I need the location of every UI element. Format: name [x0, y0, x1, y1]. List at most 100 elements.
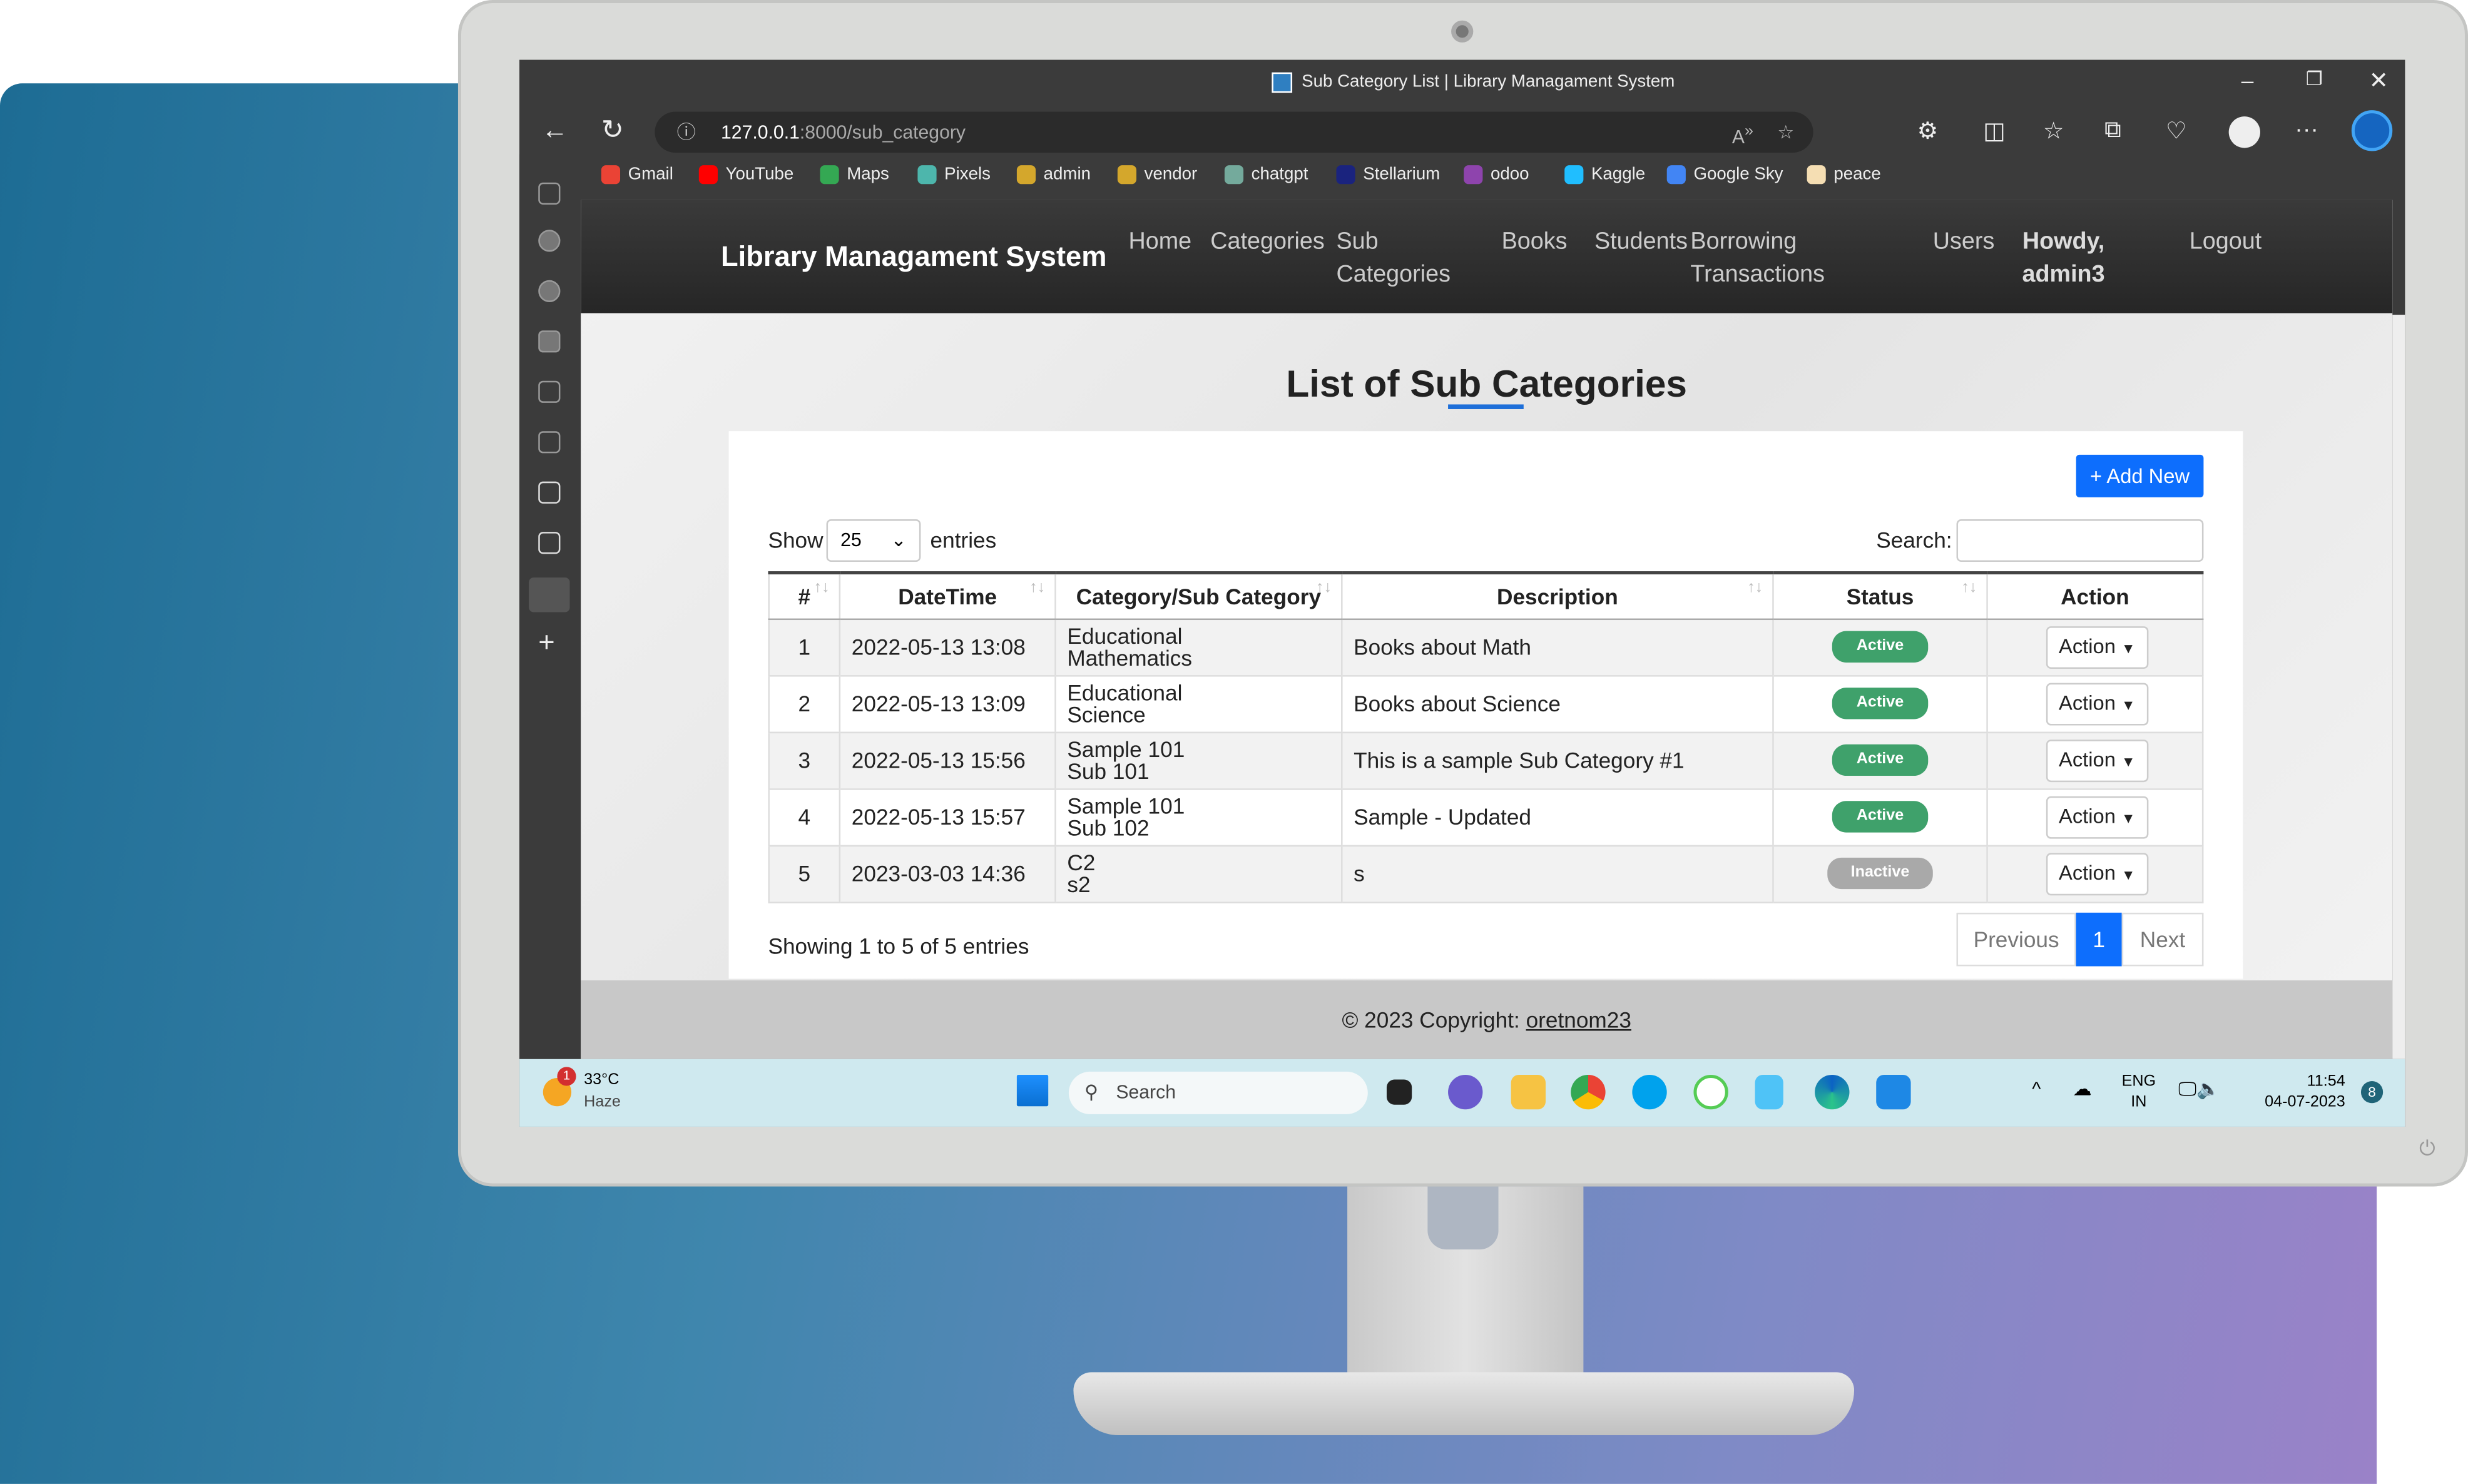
row-category: Sample 101 Sub 101: [1054, 731, 1342, 790]
show-hidden-icons[interactable]: ^: [2032, 1078, 2041, 1100]
page-icon[interactable]: [538, 481, 561, 504]
col-status[interactable]: Status ↑↓: [1772, 571, 1987, 619]
action-dropdown-button[interactable]: Action ▼: [2046, 738, 2148, 781]
nav-borrowing-transactions[interactable]: Borrowing Transactions: [1690, 225, 1832, 292]
row-action: Action ▼: [1986, 845, 2204, 903]
bookmark-peace[interactable]: peace: [1807, 165, 1881, 185]
action-dropdown-button[interactable]: Action ▼: [2046, 852, 2148, 895]
teams-icon[interactable]: [1448, 1074, 1483, 1110]
row-description: This is a sample Sub Category #1: [1341, 731, 1773, 790]
sub-category-name: Mathematics: [1067, 645, 1192, 671]
bookmark-youtube[interactable]: YouTube: [698, 165, 793, 185]
minimize-icon[interactable]: –: [2241, 68, 2254, 93]
clock[interactable]: 11:54 04-07-2023: [2251, 1072, 2345, 1112]
refresh-icon[interactable]: ↻: [601, 115, 624, 146]
scrollbar[interactable]: [2392, 315, 2405, 1059]
nav-students[interactable]: Students: [1594, 225, 1688, 258]
bookmark-chatgpt[interactable]: chatgpt: [1224, 165, 1308, 185]
page-1-button[interactable]: 1: [2076, 912, 2122, 967]
collections-icon[interactable]: ⧉: [2104, 116, 2121, 143]
search-icon: ⚲: [1084, 1081, 1099, 1104]
add-new-button[interactable]: + Add New: [2076, 454, 2204, 497]
close-icon[interactable]: ✕: [2369, 66, 2389, 94]
nav-users[interactable]: Users: [1933, 225, 1995, 258]
status-badge: Active: [1833, 801, 1927, 833]
category-name: Sample 101: [1067, 736, 1185, 762]
logout-link[interactable]: Logout: [2190, 225, 2261, 258]
nav-home[interactable]: Home: [1128, 225, 1191, 258]
favorite-star-icon[interactable]: ☆: [1777, 112, 1794, 153]
col-datetime[interactable]: DateTime ↑↓: [839, 571, 1056, 619]
bookmark-kaggle[interactable]: Kaggle: [1564, 165, 1645, 185]
action-dropdown-button[interactable]: Action ▼: [2046, 795, 2148, 838]
bookmark-google-sky[interactable]: Google Sky: [1666, 165, 1783, 185]
bookmark-icon: [1336, 165, 1355, 185]
bookmark-icon: [1464, 165, 1483, 185]
network-icon[interactable]: ☁: [2073, 1078, 2092, 1100]
active-tab-icon[interactable]: [529, 577, 570, 612]
nav-sub-categories[interactable]: Sub Categories: [1336, 225, 1462, 292]
browser-essentials-icon[interactable]: ♡: [2166, 116, 2187, 145]
nav-books[interactable]: Books: [1502, 225, 1568, 258]
caret-down-icon: ▼: [2121, 753, 2136, 769]
row-number: 2: [768, 675, 840, 733]
task-view-icon[interactable]: [1386, 1079, 1412, 1105]
col-number[interactable]: # ↑↓: [768, 571, 840, 619]
search-input[interactable]: [1956, 519, 2204, 562]
bookmark-odoo[interactable]: odoo: [1464, 165, 1529, 185]
taskbar-search[interactable]: ⚲ Search: [1068, 1071, 1368, 1114]
col-category[interactable]: Category/Sub Category ↑↓: [1054, 571, 1342, 619]
bookmark-stellarium[interactable]: Stellarium: [1336, 165, 1440, 185]
category-name: C2: [1067, 850, 1096, 875]
tab-icon[interactable]: [538, 230, 561, 252]
vscode-icon[interactable]: [1876, 1074, 1911, 1110]
more-icon[interactable]: ···: [2295, 116, 2318, 143]
new-tab-plus-icon[interactable]: +: [538, 626, 554, 659]
action-dropdown-button[interactable]: Action ▼: [2046, 625, 2148, 668]
page-icon[interactable]: [538, 380, 561, 403]
bookmark-gmail[interactable]: Gmail: [601, 165, 673, 185]
extensions-icon[interactable]: ⚙: [1917, 116, 1939, 145]
app-icon[interactable]: [1693, 1074, 1728, 1110]
language-indicator[interactable]: ENG IN: [2122, 1072, 2156, 1112]
tab-icon[interactable]: [538, 330, 561, 353]
tab-icon[interactable]: [538, 280, 561, 302]
bookmark-admin[interactable]: admin: [1016, 165, 1091, 185]
volume-icon[interactable]: 🖵🔈: [2178, 1078, 2220, 1102]
tab-actions-icon[interactable]: [538, 182, 561, 205]
previous-button[interactable]: Previous: [1956, 912, 2076, 967]
author-link[interactable]: oretnom23: [1526, 1007, 1631, 1032]
restore-icon[interactable]: ❐: [2306, 68, 2323, 89]
col-description[interactable]: Description ↑↓: [1341, 571, 1773, 619]
skype-icon[interactable]: [1632, 1074, 1667, 1110]
edge-icon[interactable]: [1815, 1074, 1850, 1110]
page-icon[interactable]: [538, 431, 561, 454]
power-icon[interactable]: ⏻: [2419, 1136, 2435, 1161]
brand[interactable]: Library Managament System: [721, 241, 1106, 274]
action-dropdown-button[interactable]: Action ▼: [2046, 682, 2148, 725]
sort-icon: ↑↓: [1961, 579, 1977, 597]
read-aloud-icon[interactable]: A»: [1732, 112, 1753, 158]
navbar: Library Managament System Home Categorie…: [581, 200, 2393, 313]
row-number: 3: [768, 731, 840, 790]
page-icon[interactable]: [538, 532, 561, 554]
notepad-icon[interactable]: [1755, 1074, 1783, 1110]
favorites-icon[interactable]: ☆: [2043, 116, 2064, 145]
notification-badge[interactable]: 8: [2360, 1081, 2384, 1104]
entries-select[interactable]: 25 ⌄: [826, 519, 921, 562]
info-icon: ⓘ: [676, 121, 696, 143]
bookmark-maps[interactable]: Maps: [820, 165, 889, 185]
windows-start-icon[interactable]: [1016, 1074, 1049, 1107]
file-explorer-icon[interactable]: [1511, 1074, 1546, 1110]
profile-avatar[interactable]: [2228, 116, 2260, 148]
split-screen-icon[interactable]: ◫: [1983, 116, 2006, 145]
bookmark-vendor[interactable]: vendor: [1117, 165, 1197, 185]
bookmark-pixels[interactable]: Pixels: [917, 165, 991, 185]
nav-categories[interactable]: Categories: [1210, 225, 1324, 258]
address-bar[interactable]: ⓘ 127.0.0.1:8000/sub_category A» ☆: [655, 111, 1813, 153]
chrome-icon[interactable]: [1571, 1074, 1606, 1110]
status-badge: Inactive: [1827, 857, 1934, 890]
next-button[interactable]: Next: [2121, 912, 2204, 967]
bing-copilot-icon[interactable]: [2351, 110, 2393, 151]
back-icon[interactable]: ←: [541, 115, 568, 146]
